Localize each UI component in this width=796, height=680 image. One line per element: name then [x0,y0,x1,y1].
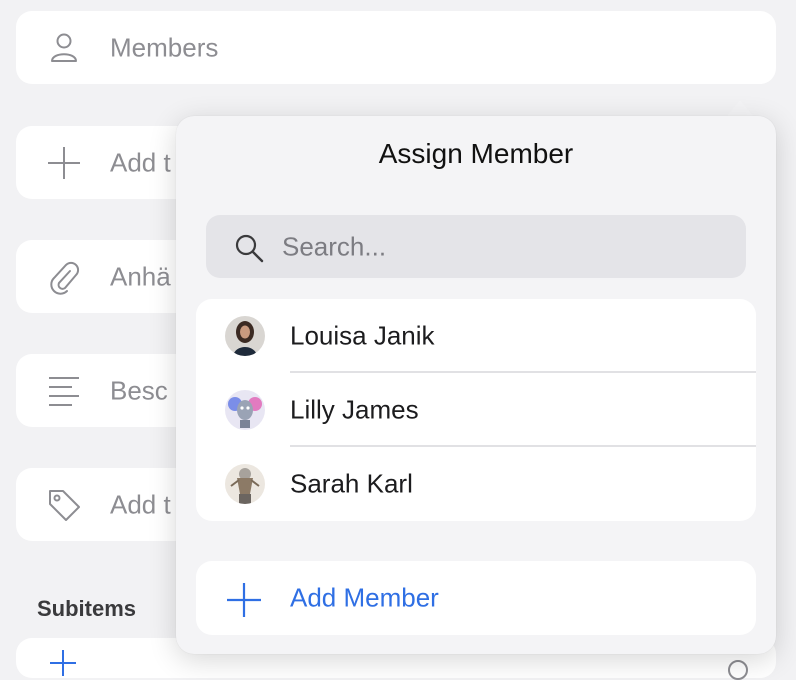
member-name: Louisa Janik [290,320,435,351]
search-icon [235,234,264,263]
popover-title: Assign Member [378,138,574,169]
lines-icon [49,376,79,406]
description-label: Besc [110,375,168,405]
paperclip-icon [50,261,80,295]
member-list: Louisa Janik Lilly James Sarah Karl [196,299,756,521]
plus-icon [227,583,261,617]
assign-member-popover: Assign Member Search... Louisa Janik Lil… [176,116,776,654]
subitems-heading: Subitems [37,596,137,621]
add-member-label: Add Member [290,582,439,613]
member-row-lilly[interactable]: Lilly James [196,373,756,447]
add-task-label: Add t [110,147,171,177]
person-icon [51,33,77,62]
member-row-sarah[interactable]: Sarah Karl [196,447,756,521]
avatar [225,464,265,504]
tag-icon [49,489,80,521]
plus-icon [50,650,76,676]
plus-icon [48,146,80,179]
circle-icon [728,660,748,680]
search-input[interactable]: Search... [206,215,746,278]
member-name: Sarah Karl [290,468,413,499]
popover-arrow [726,100,754,117]
members-row[interactable]: Members [16,11,776,84]
attachments-label: Anhä [110,261,171,291]
avatar [225,316,265,356]
members-label: Members [110,32,219,62]
avatar [225,390,265,430]
member-name: Lilly James [290,394,419,425]
member-row-louisa[interactable]: Louisa Janik [196,299,756,373]
add-member-button[interactable]: Add Member [196,561,756,635]
search-placeholder: Search... [282,231,387,261]
add-tag-label: Add t [110,489,171,519]
